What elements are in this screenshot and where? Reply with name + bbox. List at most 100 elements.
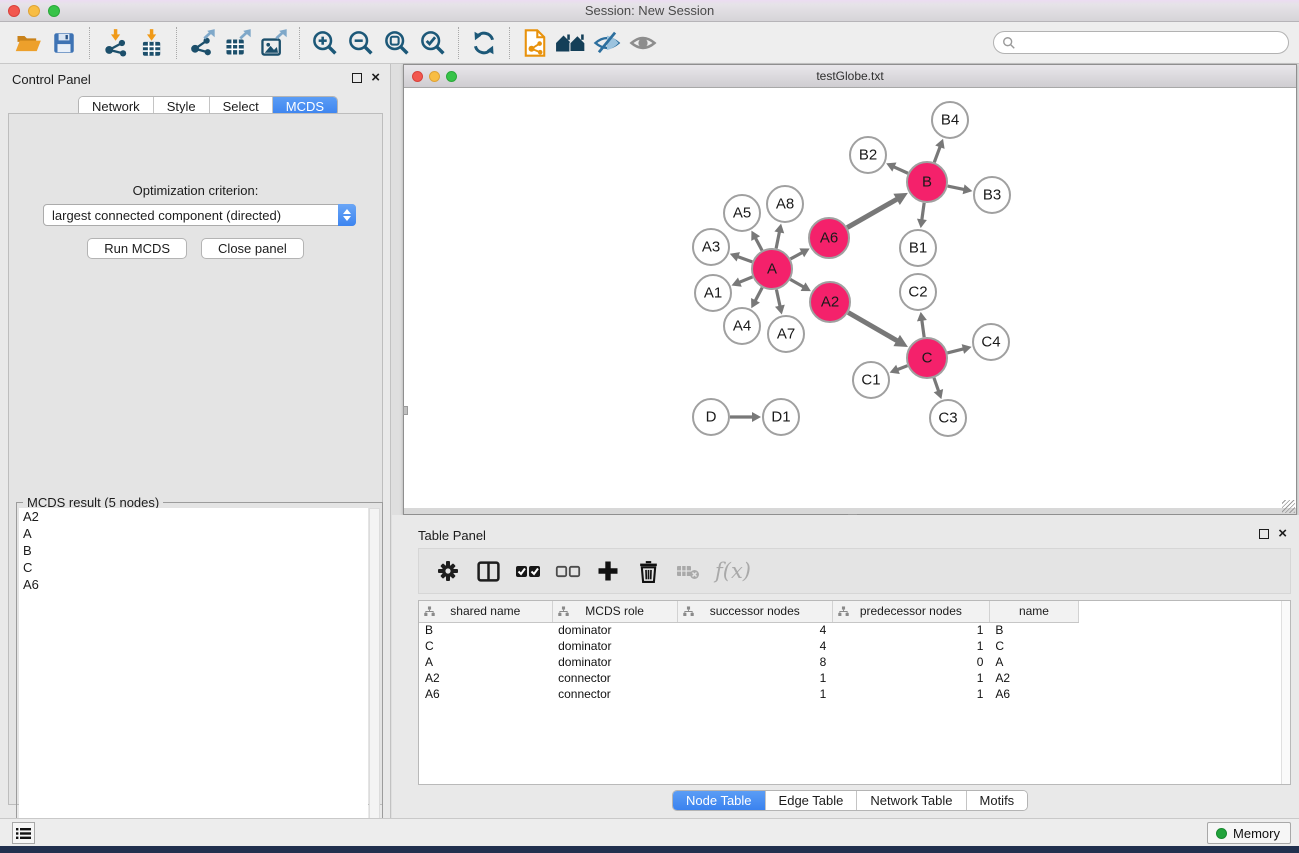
run-mcds-button[interactable]: Run MCDS	[87, 238, 187, 259]
network-window-titlebar[interactable]: testGlobe.txt	[404, 65, 1296, 88]
select-all-checkboxes-icon[interactable]	[511, 554, 545, 588]
column-header-name[interactable]: name	[989, 601, 1078, 622]
mcds-result-box: MCDS result (5 nodes) A2ABCA6	[16, 502, 383, 848]
zoom-fit-icon[interactable]	[379, 25, 415, 61]
edge-C-C1[interactable]	[897, 366, 907, 370]
edge-B-B2[interactable]	[893, 167, 907, 174]
zoom-out-icon[interactable]	[343, 25, 379, 61]
table-scrollbar[interactable]	[1281, 601, 1290, 784]
vertical-scroll-indicator[interactable]	[403, 406, 408, 415]
column-header-successor-nodes[interactable]: successor nodes	[677, 601, 832, 622]
import-table-icon[interactable]	[133, 25, 169, 61]
refresh-icon[interactable]	[466, 25, 502, 61]
edge-A-A7[interactable]	[776, 290, 780, 307]
import-network-icon[interactable]	[97, 25, 133, 61]
table-row[interactable]: Bdominator41B	[419, 622, 1079, 638]
edge-A6-B[interactable]	[847, 199, 897, 228]
toolbar-separator	[89, 27, 90, 59]
zoom-window-button[interactable]	[48, 5, 60, 17]
hide-graphics-details-icon[interactable]	[589, 25, 625, 61]
edge-A-A6[interactable]	[790, 252, 802, 259]
table-row[interactable]: A6connector11A6	[419, 686, 1079, 702]
add-column-icon[interactable]	[591, 554, 625, 588]
node-label-A3: A3	[702, 239, 720, 256]
close-panel-button[interactable]: Close panel	[201, 238, 304, 259]
edge-A-A1[interactable]	[739, 277, 753, 283]
edge-A-A3[interactable]	[737, 256, 752, 261]
result-item[interactable]: B	[19, 542, 368, 559]
network-from-document-icon[interactable]	[517, 25, 553, 61]
toolbar-separator	[458, 27, 459, 59]
column-type-icon	[683, 606, 694, 617]
network-view-window: testGlobe.txt B4B2BB3A8A5A6A3B1AA1C2A2A4…	[403, 64, 1297, 515]
zoom-selected-icon[interactable]	[415, 25, 451, 61]
show-panels-button[interactable]	[12, 822, 35, 844]
node-label-A6: A6	[820, 230, 838, 247]
column-header-shared-name[interactable]: shared name	[419, 601, 552, 622]
delete-column-icon[interactable]	[631, 554, 665, 588]
table-row[interactable]: Adominator80A	[419, 654, 1079, 670]
list-icon	[16, 827, 31, 840]
network-close-button[interactable]	[412, 71, 423, 82]
float-table-panel-icon[interactable]	[1259, 529, 1269, 539]
edge-A-A8[interactable]	[776, 231, 779, 248]
table-row[interactable]: A2connector11A2	[419, 670, 1079, 686]
mcds-tab-content: Optimization criterion: largest connecte…	[8, 113, 383, 805]
result-item[interactable]: A2	[19, 508, 368, 525]
table-row[interactable]: Cdominator41C	[419, 638, 1079, 654]
node-label-A8: A8	[776, 196, 794, 213]
node-label-A: A	[767, 261, 777, 278]
zoom-in-icon[interactable]	[307, 25, 343, 61]
network-zoom-button[interactable]	[446, 71, 457, 82]
column-header-MCDS-role[interactable]: MCDS role	[552, 601, 677, 622]
edge-C-C4[interactable]	[947, 349, 963, 353]
network-canvas[interactable]: B4B2BB3A8A5A6A3B1AA1C2A2A4A7C4CC1DD1C3	[404, 88, 1296, 508]
result-item[interactable]: C	[19, 559, 368, 576]
save-session-icon[interactable]	[46, 25, 82, 61]
home-icon[interactable]	[553, 25, 589, 61]
result-item[interactable]: A	[19, 525, 368, 542]
search-input[interactable]	[993, 31, 1289, 54]
edge-arrowhead	[775, 305, 785, 315]
delete-table-icon-disabled	[671, 554, 705, 588]
network-window-title: testGlobe.txt	[816, 69, 883, 83]
close-panel-icon[interactable]: ×	[371, 73, 380, 83]
column-view-icon[interactable]	[471, 554, 505, 588]
export-network-icon[interactable]	[184, 25, 220, 61]
memory-status-icon	[1216, 828, 1227, 839]
memory-button[interactable]: Memory	[1207, 822, 1291, 844]
network-minimize-button[interactable]	[429, 71, 440, 82]
export-image-icon[interactable]	[256, 25, 292, 61]
criterion-dropdown[interactable]: largest connected component (directed)	[43, 204, 356, 226]
show-graphics-details-icon[interactable]	[625, 25, 661, 61]
mcds-result-list[interactable]: A2ABCA6	[19, 508, 368, 845]
column-header-predecessor-nodes[interactable]: predecessor nodes	[832, 601, 989, 622]
float-panel-icon[interactable]	[352, 73, 362, 83]
edge-A-A4[interactable]	[755, 288, 762, 302]
edge-C-C2[interactable]	[922, 320, 924, 337]
tab-motifs[interactable]: Motifs	[967, 791, 1028, 810]
node-table[interactable]: shared nameMCDS rolesuccessor nodesprede…	[418, 600, 1291, 785]
edge-A-A5[interactable]	[755, 238, 762, 251]
tab-node-table[interactable]: Node Table	[673, 791, 766, 810]
close-table-panel-icon[interactable]: ×	[1278, 529, 1287, 539]
edge-arrowhead	[917, 219, 927, 229]
result-list-scrollbar[interactable]	[369, 508, 380, 845]
edge-B-B3[interactable]	[948, 186, 965, 189]
tab-edge-table[interactable]: Edge Table	[766, 791, 858, 810]
close-window-button[interactable]	[8, 5, 20, 17]
edge-A2-C[interactable]	[848, 312, 897, 341]
settings-gear-icon[interactable]	[431, 554, 465, 588]
open-session-icon[interactable]	[10, 25, 46, 61]
minimize-window-button[interactable]	[28, 5, 40, 17]
unselect-all-checkboxes-icon[interactable]	[551, 554, 585, 588]
tab-network-table[interactable]: Network Table	[857, 791, 966, 810]
edge-B-B1[interactable]	[922, 203, 924, 220]
edge-B-B4[interactable]	[934, 146, 940, 162]
network-graph[interactable]: B4B2BB3A8A5A6A3B1AA1C2A2A4A7C4CC1DD1C3	[404, 88, 1296, 508]
result-item[interactable]: A6	[19, 576, 368, 593]
window-resize-grip[interactable]	[1282, 500, 1295, 513]
edge-C-C3[interactable]	[934, 378, 939, 392]
export-table-icon[interactable]	[220, 25, 256, 61]
edge-A-A2[interactable]	[790, 279, 804, 287]
